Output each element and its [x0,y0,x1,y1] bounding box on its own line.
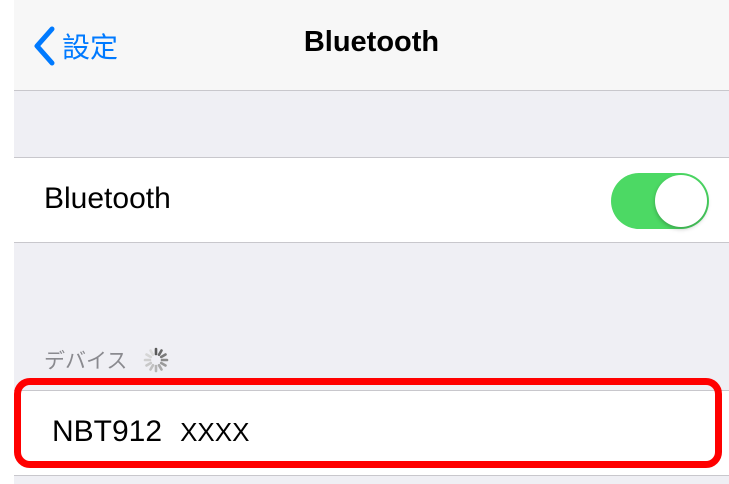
bluetooth-setting-row: Bluetooth [14,157,729,243]
device-suffix: XXXX [180,417,250,447]
device-row[interactable]: NBT912 XXXX [14,390,729,476]
devices-section-header: デバイス [44,345,169,375]
device-name-group: NBT912 XXXX [52,415,249,449]
bluetooth-toggle[interactable] [611,173,709,229]
settings-screen: 設定 Bluetooth Bluetooth デバイス NBT912 XXXX [14,0,729,484]
bluetooth-setting-label: Bluetooth [44,182,171,215]
navigation-bar: 設定 Bluetooth [14,0,729,91]
device-name: NBT912 [52,415,163,448]
page-title: Bluetooth [303,26,440,58]
spinner-icon [144,347,169,373]
toggle-knob [655,175,707,227]
devices-section-label: デバイス [44,349,128,373]
